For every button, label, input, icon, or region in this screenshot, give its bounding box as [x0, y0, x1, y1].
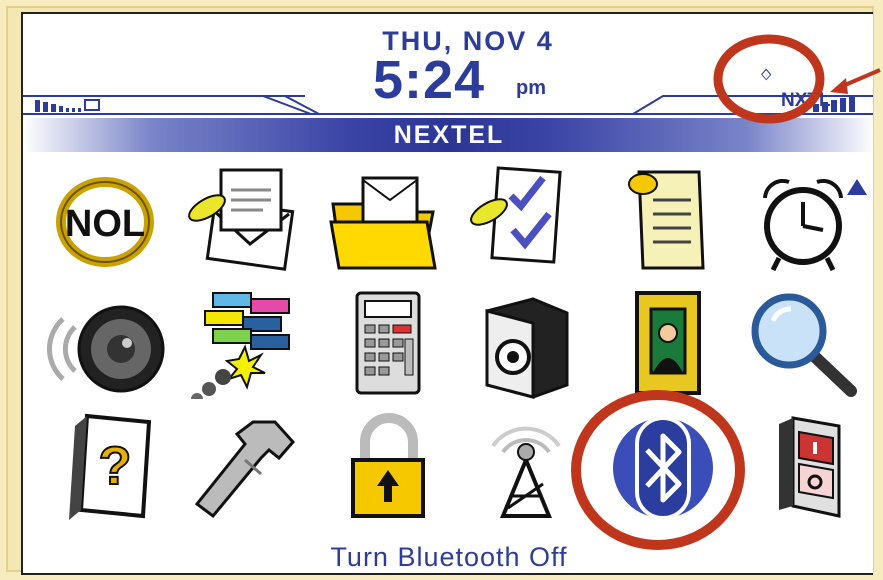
selected-app-hint: Turn Bluetooth Off [330, 542, 568, 572]
speaker-icon[interactable] [45, 289, 165, 399]
tasks-icon[interactable] [463, 164, 583, 274]
brickbreaker-icon[interactable] [183, 289, 303, 405]
search-magnifier-icon[interactable] [743, 289, 863, 399]
device-screen: THU, NOV 4 5:24 pm NXTL ᛜ NEXTEL NOL ? T… [21, 12, 873, 575]
lock-icon[interactable] [323, 412, 443, 522]
bluetooth-icon[interactable] [603, 412, 723, 522]
network-label: NXTL [781, 90, 831, 111]
svg-text:NOL: NOL [65, 203, 145, 245]
power-switch-icon[interactable] [743, 412, 863, 522]
memopad-icon[interactable] [603, 164, 723, 274]
alarm-clock-icon[interactable] [743, 164, 863, 274]
carrier-banner: NEXTEL [23, 118, 873, 152]
help-icon[interactable]: ? [45, 412, 165, 522]
calculator-icon[interactable] [323, 289, 443, 399]
bluetooth-status-icon: ᛜ [759, 62, 774, 90]
status-ampm: pm [516, 77, 546, 99]
nol-icon[interactable]: NOL [45, 164, 165, 274]
antenna-icon[interactable] [463, 412, 583, 522]
messages-icon[interactable] [183, 164, 303, 274]
vault-icon[interactable] [463, 289, 583, 399]
status-time: 5:24 [373, 50, 486, 110]
saved-messages-icon[interactable] [323, 164, 443, 274]
picture-frame-icon[interactable] [603, 289, 723, 399]
battery-icon [35, 99, 100, 112]
wrench-options-icon[interactable] [183, 412, 303, 522]
svg-text:?: ? [99, 436, 132, 496]
